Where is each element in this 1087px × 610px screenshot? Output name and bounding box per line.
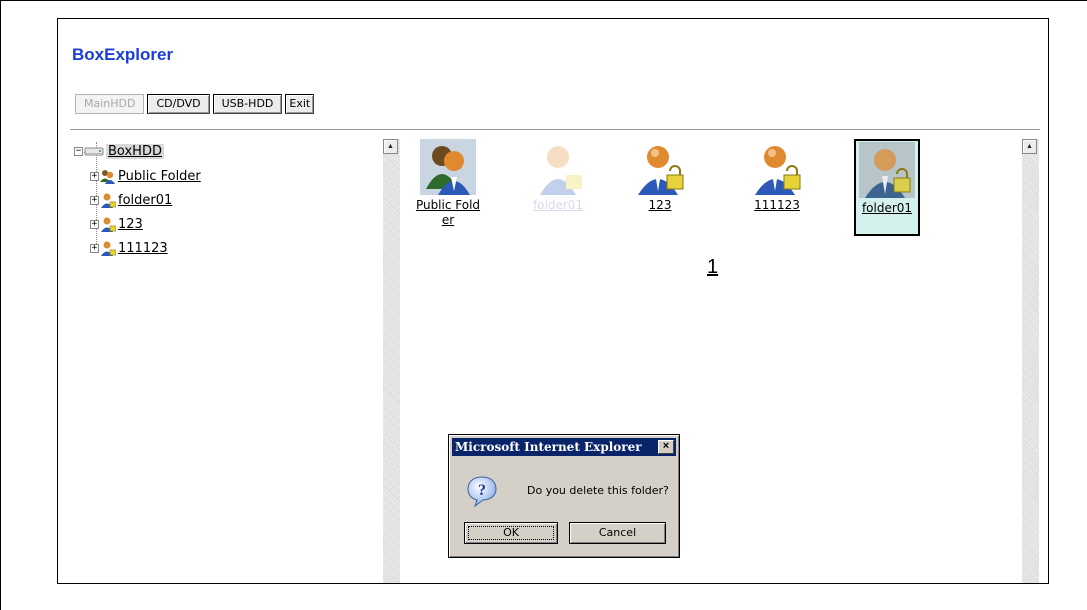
locked-user-icon [540, 146, 582, 195]
tree-item-label[interactable]: 123 [118, 217, 143, 232]
folder-tile-folder01-dragging: folder01 [524, 139, 592, 213]
scroll-up-arrow-icon[interactable]: ▲ [383, 139, 398, 154]
cd-dvd-button[interactable]: CD/DVD [147, 94, 210, 114]
expand-icon[interactable]: + [90, 171, 99, 181]
tree-item-folder01[interactable]: + folder01 [90, 191, 172, 209]
tree-item-label[interactable]: folder01 [118, 193, 172, 208]
scroll-up-arrow-icon[interactable]: ▲ [1022, 139, 1037, 154]
toolbar: MainHDD CD/DVD USB-HDD Exit [75, 94, 315, 114]
locked-user-icon [859, 142, 915, 198]
tree-item-label[interactable]: Public Folder [118, 169, 201, 184]
folder-label[interactable]: Public Folder [414, 198, 482, 228]
toolbar-divider [70, 129, 1040, 130]
tree-root[interactable]: − BoxHDD [74, 142, 164, 160]
app-title: BoxExplorer [72, 45, 174, 64]
close-icon[interactable]: × [658, 440, 674, 454]
tree-scrollbar[interactable]: ▲ [383, 139, 400, 583]
main-hdd-button[interactable]: MainHDD [75, 94, 145, 114]
question-icon: ? [467, 476, 497, 508]
svg-text:?: ? [478, 482, 486, 499]
exit-button[interactable]: Exit [285, 94, 315, 114]
group-user-icon [100, 169, 115, 184]
collapse-icon[interactable]: − [74, 146, 83, 156]
folder-label[interactable]: 111123 [743, 198, 811, 213]
expand-icon[interactable]: + [90, 219, 99, 229]
cancel-button[interactable]: Cancel [569, 522, 666, 544]
tree-item-111123[interactable]: + 111123 [90, 239, 168, 257]
folder-tile-111123[interactable]: 111123 [743, 139, 811, 213]
locked-user-icon [101, 241, 116, 256]
folder-tile-public-folder[interactable]: Public Folder [414, 139, 482, 228]
folder-tile-folder01-selected[interactable]: folder01 [853, 142, 921, 216]
tree-item-public-folder[interactable]: + Public Folder [90, 167, 201, 185]
focus-ring [468, 526, 554, 540]
dialog-message: Do you delete this folder? [527, 484, 669, 497]
folder-label[interactable]: 123 [626, 198, 694, 213]
expand-icon[interactable]: + [90, 195, 99, 205]
confirm-dialog: Microsoft Internet Explorer × ? Do you d… [448, 434, 680, 558]
locked-user-icon [638, 146, 684, 195]
locked-user-icon [755, 146, 801, 195]
folder-tile-123[interactable]: 123 [626, 139, 694, 213]
locked-user-icon [101, 217, 116, 232]
usb-hdd-button[interactable]: USB-HDD [212, 94, 283, 114]
tree-item-label[interactable]: 111123 [118, 241, 168, 256]
dialog-title: Microsoft Internet Explorer [455, 440, 642, 454]
drive-icon [84, 147, 104, 156]
tree-root-label[interactable]: BoxHDD [106, 143, 164, 159]
dialog-titlebar[interactable]: Microsoft Internet Explorer × [452, 438, 676, 456]
tree-item-123[interactable]: + 123 [90, 215, 143, 233]
ok-button[interactable]: OK [464, 522, 558, 544]
locked-user-icon [101, 193, 116, 208]
folder-label: folder01 [532, 198, 584, 212]
expand-icon[interactable]: + [90, 243, 99, 253]
folder-label[interactable]: folder01 [853, 201, 921, 216]
content-scrollbar[interactable]: ▲ [1022, 139, 1039, 583]
group-user-icon [420, 139, 476, 195]
page-number-link[interactable]: 1 [707, 256, 718, 279]
